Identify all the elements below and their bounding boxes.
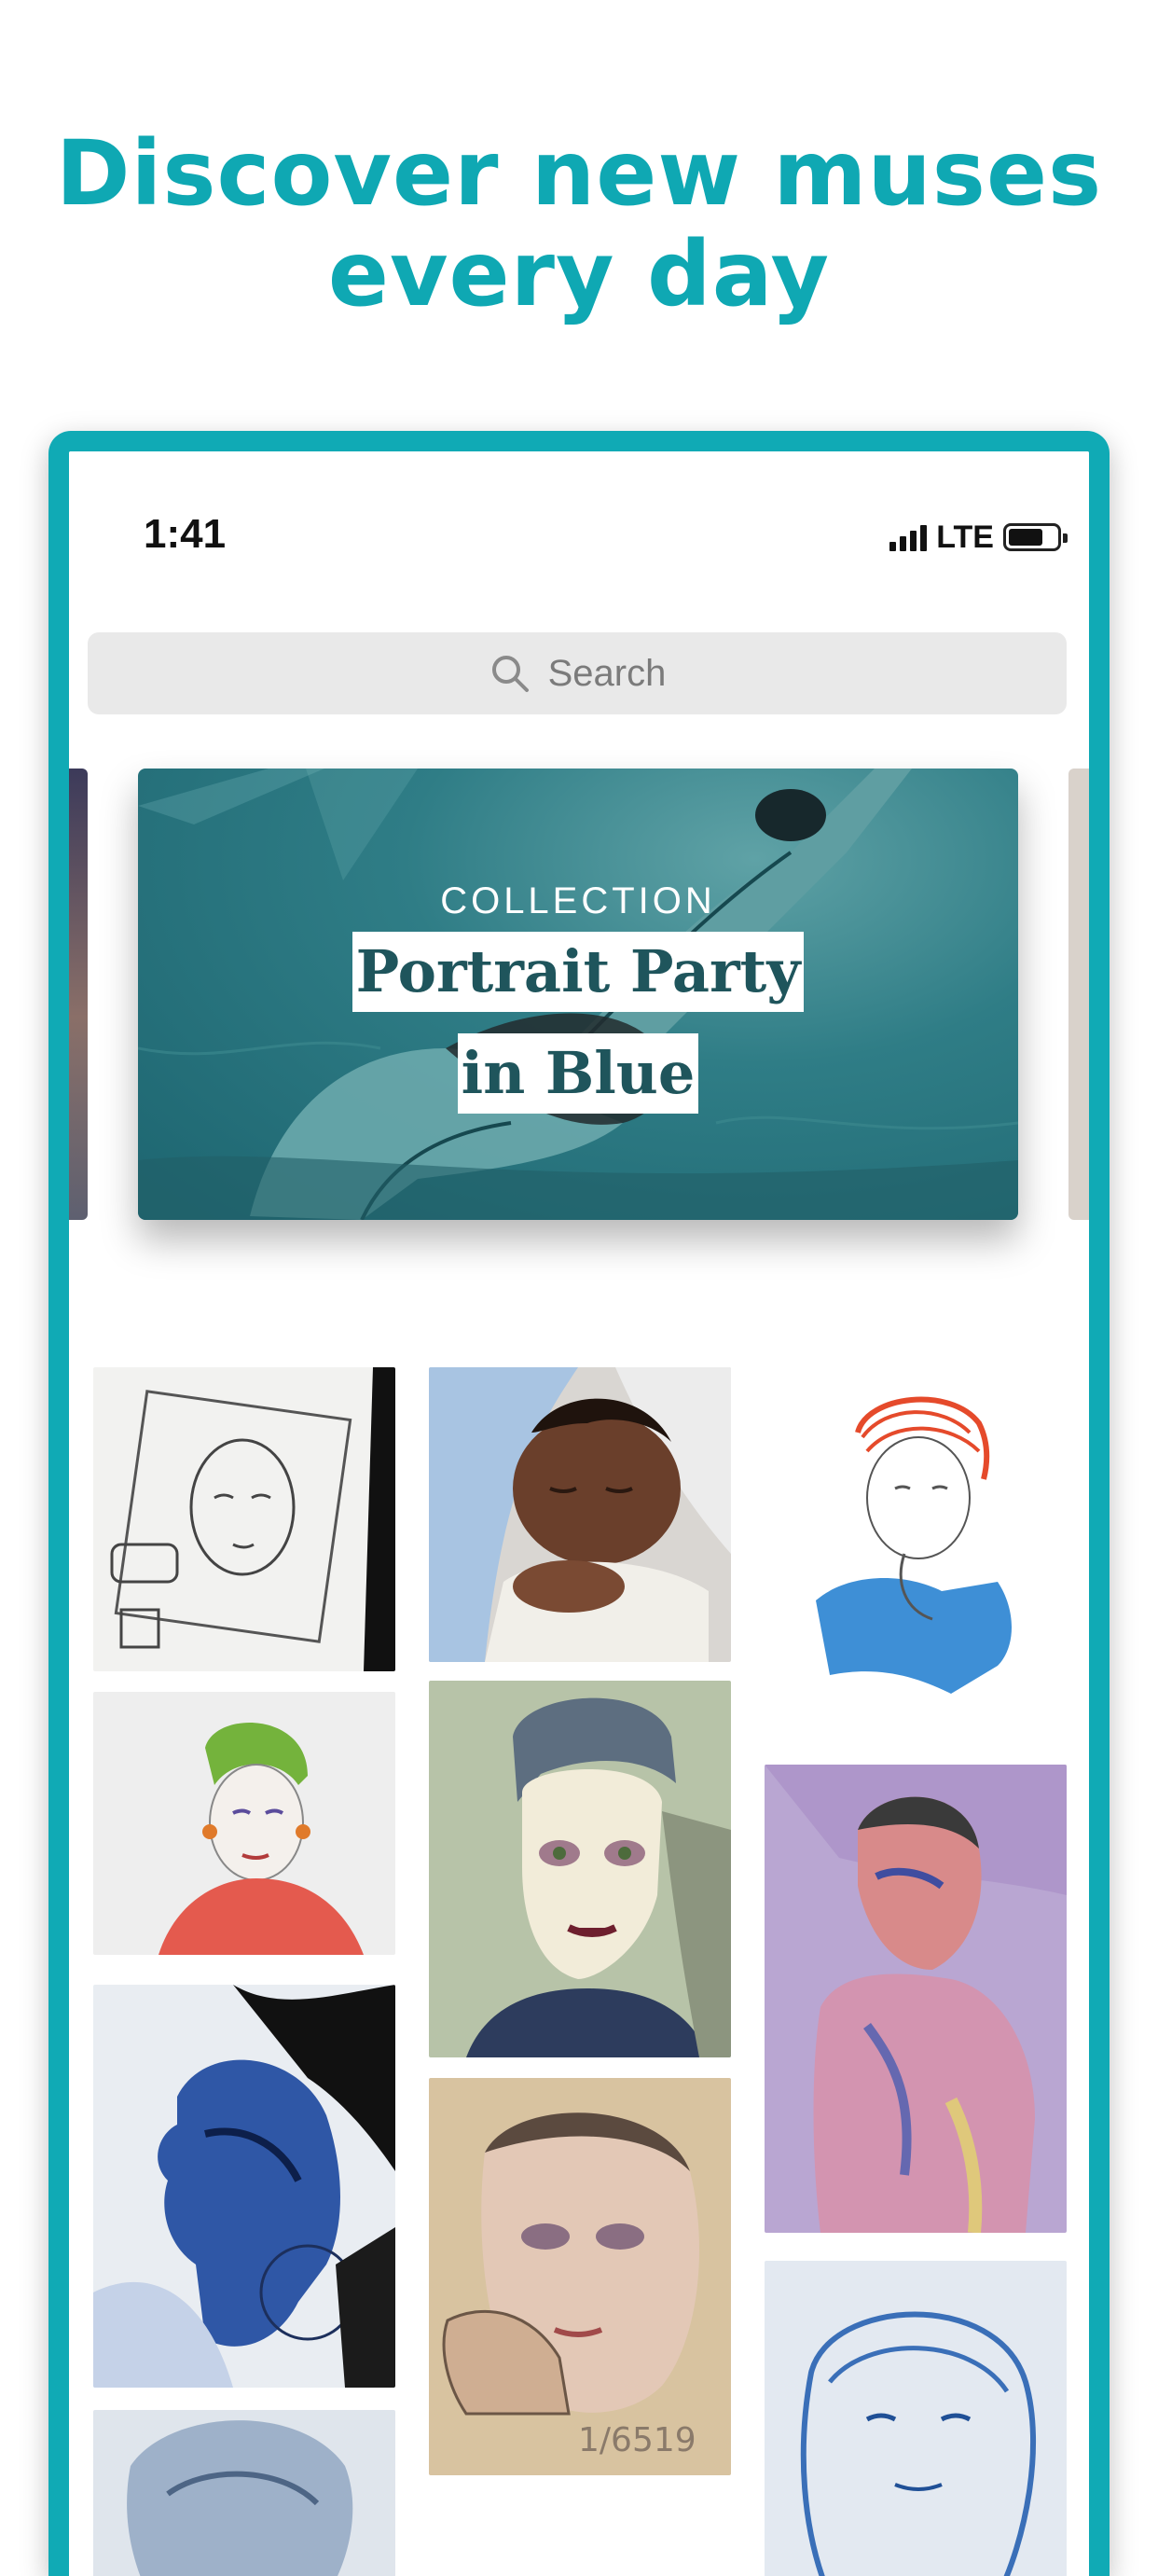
- search-placeholder: Search: [547, 652, 667, 694]
- green-hair-woman-pencil-image: [93, 1692, 395, 1955]
- cellular-signal-icon: [889, 523, 928, 551]
- watercolor-purple-figure-image: [765, 1765, 1067, 2233]
- short-hair-painted-portrait-image: [429, 1681, 731, 2057]
- sleeping-baby-painting-image: [429, 1367, 731, 1662]
- battery-icon: [1003, 523, 1068, 551]
- status-time: 1:41: [144, 511, 227, 557]
- artwork-tile-hand-on-face-portrait[interactable]: 1/6519: [429, 2078, 731, 2475]
- artwork-tile-red-hair-line-drawing[interactable]: [765, 1367, 1067, 1744]
- hand-on-face-portrait-image: 1/6519: [429, 2078, 731, 2475]
- status-indicators: LTE: [889, 519, 1068, 556]
- headline-line-1: Discover new muses: [55, 121, 1103, 226]
- artwork-tile-partial-portrait[interactable]: [93, 2410, 395, 2576]
- collection-kicker: COLLECTION: [440, 880, 716, 921]
- partial-portrait-image: [93, 2410, 395, 2576]
- app-screen: 1:41 LTE Search COLLECTION Portrait Part…: [69, 451, 1089, 2576]
- red-hair-line-drawing-image: [765, 1367, 1067, 1744]
- blue-woman-face-image: [765, 2261, 1067, 2576]
- artwork-tile-blue-woman-face[interactable]: [765, 2261, 1067, 2576]
- artwork-tile-blue-profile-painting[interactable]: [93, 1985, 395, 2388]
- phone-frame: 1:41 LTE Search COLLECTION Portrait Part…: [48, 431, 1110, 2576]
- artwork-tile-green-hair-woman-pencil[interactable]: [93, 1692, 395, 1955]
- collection-label: COLLECTION Portrait Party in Blue: [138, 880, 1018, 1135]
- artwork-tile-sketch-comic-portrait[interactable]: [93, 1367, 395, 1671]
- collection-title-line-2: in Blue: [457, 1033, 699, 1114]
- blue-profile-painting-image: [93, 1985, 395, 2388]
- headline: Discover new muses every day: [0, 123, 1158, 325]
- carousel-previous-card[interactable]: [69, 769, 88, 1220]
- collection-title-line-1: Portrait Party: [352, 932, 805, 1012]
- artwork-caption: 1/6519: [578, 2421, 696, 2459]
- carousel-next-card[interactable]: [1068, 769, 1089, 1220]
- network-type: LTE: [936, 519, 994, 555]
- artwork-tile-sleeping-baby-painting[interactable]: [429, 1367, 731, 1662]
- featured-collection-card[interactable]: COLLECTION Portrait Party in Blue: [138, 769, 1018, 1220]
- search-icon: [491, 656, 529, 692]
- artwork-tile-short-hair-painted-portrait[interactable]: [429, 1681, 731, 2057]
- sketch-comic-portrait-image: [93, 1367, 395, 1671]
- headline-line-2: every day: [327, 222, 831, 326]
- search-bar[interactable]: Search: [88, 632, 1067, 714]
- artwork-tile-watercolor-purple-figure[interactable]: [765, 1765, 1067, 2233]
